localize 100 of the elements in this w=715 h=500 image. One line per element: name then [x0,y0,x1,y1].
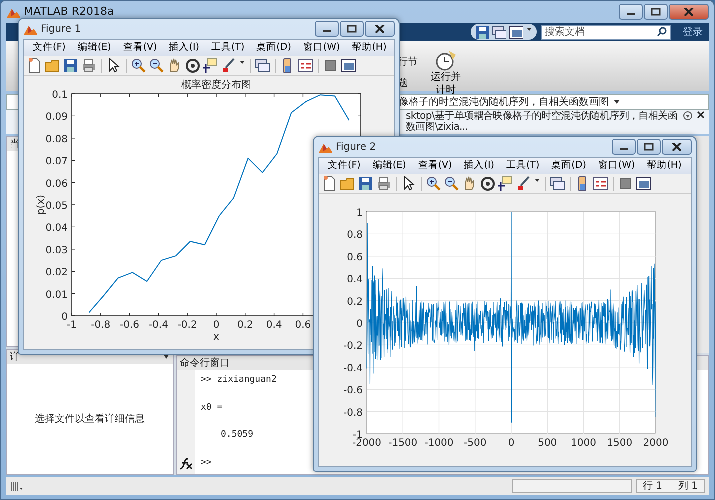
tick-label: 1500 [607,438,633,449]
zoom-out-icon[interactable] [444,176,460,192]
tick-label: -0.2 [178,320,198,331]
menu-item[interactable]: 编辑(E) [72,40,116,56]
menu-item[interactable]: 工具(T) [501,158,545,174]
stopwatch-icon [435,49,457,71]
new-file-icon[interactable] [322,176,338,192]
tick-label: -2000 [352,438,382,449]
menu-item[interactable]: 查看(V) [413,158,458,174]
dropdown-icon[interactable] [613,99,621,105]
tick-label: -0.6 [343,386,363,397]
close-icon [672,143,682,151]
linked-windows-icon[interactable] [492,25,506,39]
tick-label: 0.4 [347,274,363,286]
menu-item[interactable]: 帮助(H) [642,158,687,174]
linked-windows-icon[interactable] [255,58,271,74]
close-icon[interactable] [697,111,705,119]
window-icon[interactable] [509,25,523,39]
linked-windows-icon[interactable] [550,176,566,192]
grip-icon [10,480,24,492]
legend-icon[interactable] [298,58,314,74]
run-and-time-button[interactable]: 运行并计时 [428,49,464,97]
window-title: MATLAB R2018a [24,4,114,20]
menu-item[interactable]: 文件(F) [323,158,366,174]
tick-label: 0.03 [46,245,68,256]
folder-path: sktop\基于单项耦合映像格子的时空混沌伪随机序列，自相关函数画图\zixia... [406,111,678,133]
menu-item[interactable]: 插入(I) [459,158,500,174]
tick-label: -1000 [424,438,454,449]
menu-item[interactable]: 插入(I) [164,40,204,56]
close-button[interactable] [365,21,395,37]
data-cursor-icon[interactable] [203,58,219,74]
axis-label: x [214,332,220,343]
tick-label: -0.4 [148,320,168,331]
maximize-icon [644,143,654,151]
window-title: Figure 2 [336,140,376,154]
expand-icon[interactable] [683,111,693,121]
column-indicator: 列 1 [678,480,698,494]
window-title: Figure 1 [41,22,82,36]
save-icon[interactable] [63,58,79,74]
menu-item[interactable]: 文件(F) [28,40,71,56]
tick-label: 1 [356,208,363,219]
new-file-icon[interactable] [27,58,43,74]
sign-in-link[interactable]: 登录 [675,24,703,40]
menu-item[interactable]: 查看(V) [118,40,162,56]
zoom-out-icon[interactable] [149,58,165,74]
close-button[interactable] [669,4,709,20]
maximize-button[interactable] [644,4,668,20]
tick-label: 0 [62,312,68,323]
tick-label: 2000 [643,438,669,449]
zoom-in-icon[interactable] [426,176,442,192]
search-field[interactable]: 搜索文档 [541,24,671,40]
menu-item[interactable]: 帮助(H) [347,40,392,56]
tick-label: 0 [356,319,363,330]
brush-icon[interactable] [221,58,237,74]
window-icon[interactable] [636,176,652,192]
square-icon[interactable] [323,58,339,74]
legend-icon[interactable] [593,176,609,192]
tick-label: 1000 [571,438,596,449]
menu-item[interactable]: 工具(T) [206,40,250,56]
tick-label: 0.04 [46,223,68,234]
tick-label: 0 [508,438,515,449]
data-cursor-icon[interactable] [498,176,514,192]
tick-label: 0.6 [347,252,363,264]
panel-title: 命令行窗口 [180,356,230,370]
tick-label: 0.8 [347,230,363,242]
tick-label: -1 [67,320,77,331]
panel-title: 详 [10,350,20,364]
save-icon[interactable] [358,176,374,192]
tick-label: 0 [213,320,220,331]
minimize-button[interactable] [612,139,636,155]
square-icon[interactable] [618,176,634,192]
printer-icon[interactable] [376,176,392,192]
maximize-button[interactable] [637,139,661,155]
menu-item[interactable]: 窗口(W) [298,40,346,56]
tick-label: -0.8 [91,320,111,331]
chart-title: 概率密度分布图 [182,80,252,91]
tick-label: 0.2 [347,296,363,308]
save-icon[interactable] [475,25,489,39]
function-icon[interactable] [179,458,193,470]
command-prompt[interactable]: >> [201,456,277,470]
brush-icon[interactable] [516,176,532,192]
row-indicator: 行 1 [642,480,662,494]
menu-item[interactable]: 窗口(W) [593,158,640,174]
zoom-in-icon[interactable] [131,58,147,74]
menu-item[interactable]: 桌面(D) [546,158,592,174]
tick-label: -0.8 [343,408,363,419]
printer-icon[interactable] [81,58,97,74]
tick-label: -500 [464,438,487,449]
search-icon[interactable] [657,27,667,37]
details-message: 选择文件以查看详细信息 [35,412,145,426]
minimize-button[interactable] [619,4,643,20]
menu-item[interactable]: 编辑(E) [368,158,412,174]
minimize-button[interactable] [315,21,339,37]
close-button[interactable] [662,139,692,155]
maximize-button[interactable] [340,21,364,37]
maximize-icon [347,25,357,33]
window-icon[interactable] [341,58,357,74]
tick-label: 0.07 [46,156,68,168]
menu-item[interactable]: 桌面(D) [252,40,296,56]
tick-label: 0.4 [266,320,282,331]
